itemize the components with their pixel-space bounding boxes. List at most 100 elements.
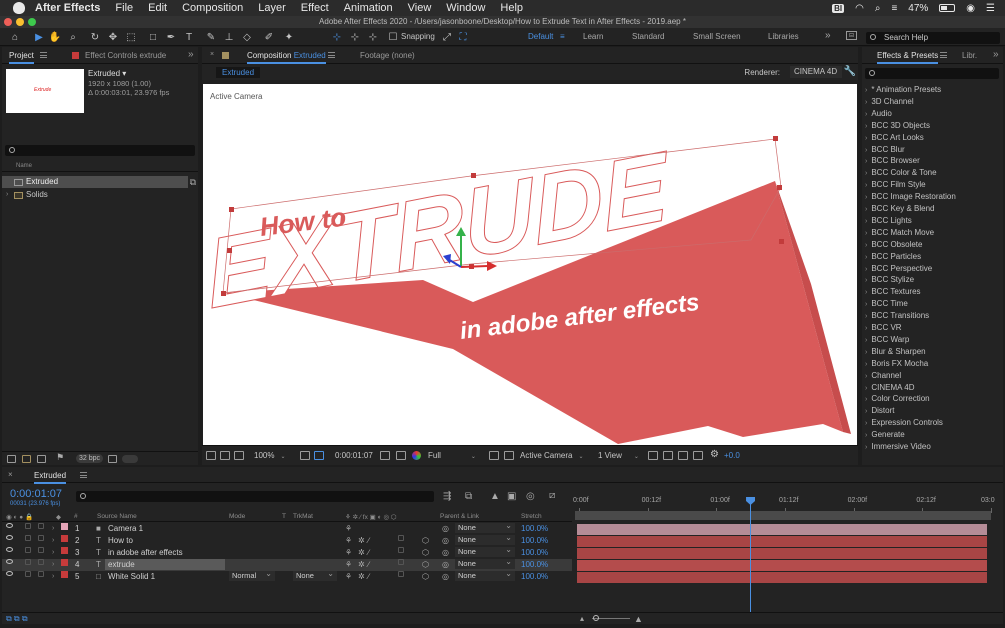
collapse-switch-icon[interactable]: ✲	[358, 547, 365, 559]
eraser-tool-icon[interactable]: ◇	[240, 30, 254, 44]
menu-animation[interactable]: Animation	[344, 2, 393, 14]
expand-arrow-icon[interactable]: ›	[865, 325, 867, 332]
panel-overflow-icon[interactable]: »	[993, 49, 999, 60]
expand-arrow-icon[interactable]: ›	[865, 396, 867, 403]
effects-category[interactable]: › BCC Image Restoration	[865, 192, 956, 201]
zoom-dropdown[interactable]: 100% ⌄	[254, 451, 286, 460]
expand-arrow-icon[interactable]: ›	[865, 194, 867, 201]
expand-arrow-icon[interactable]: ›	[865, 301, 867, 308]
graph-editor-icon[interactable]: ⧄	[549, 490, 555, 501]
menu-layer[interactable]: Layer	[258, 2, 286, 14]
menubar-control-icon[interactable]: ≡	[891, 3, 897, 14]
effects-category[interactable]: › BCC Lights	[865, 216, 912, 225]
project-search-input[interactable]	[5, 145, 195, 156]
menu-effect[interactable]: Effect	[301, 2, 329, 14]
stretch-value[interactable]: 100.0%	[521, 523, 548, 535]
tab-composition[interactable]: Composition Extruded	[247, 51, 326, 64]
menubar-wifi-icon[interactable]: ◠	[855, 3, 864, 14]
close-tab-icon[interactable]: ×	[210, 51, 214, 58]
adjustment-switch[interactable]	[398, 535, 404, 541]
workspace-learn[interactable]: Learn	[583, 32, 603, 41]
3d-glasses-icon[interactable]	[234, 451, 244, 460]
menu-edit[interactable]: Edit	[148, 2, 167, 14]
user-icon[interactable]: ◉	[966, 3, 975, 14]
camera-tool-icon[interactable]: ✥	[106, 30, 120, 44]
solo-switch[interactable]	[25, 559, 31, 565]
pick-whip-icon[interactable]: ◎	[442, 571, 449, 583]
layer-duration-bar[interactable]	[577, 572, 987, 583]
expand-arrow-icon[interactable]: ›	[865, 123, 867, 130]
layer-duration-bar[interactable]	[577, 536, 987, 547]
expand-arrow-icon[interactable]: ›	[52, 547, 54, 559]
brush-tool-icon[interactable]: ✎	[204, 30, 218, 44]
parent-dropdown[interactable]: None	[455, 569, 515, 581]
effects-category[interactable]: › BCC Warp	[865, 335, 909, 344]
pick-whip-icon[interactable]: ◎	[442, 559, 449, 571]
column-parent-link[interactable]: Parent & Link	[440, 513, 479, 520]
color-channel-icon[interactable]	[412, 451, 421, 460]
stretch-value[interactable]: 100.0%	[521, 571, 548, 583]
shy-switch-icon[interactable]: ⚘	[345, 571, 352, 583]
exposure-value[interactable]: +0.0	[724, 451, 740, 460]
expand-arrow-icon[interactable]: ›	[865, 111, 867, 118]
type-tool-icon[interactable]: T	[182, 30, 196, 44]
column-mode[interactable]: Mode	[229, 513, 245, 520]
expand-arrow-icon[interactable]: ›	[865, 313, 867, 320]
3d-layer-icon[interactable]: ⬡	[422, 571, 429, 583]
selected-item-name[interactable]: Extruded ▾	[88, 69, 126, 78]
expand-arrow-icon[interactable]: ›	[52, 571, 54, 583]
layer-row[interactable]: › 2 T How to ⚘ ✲∕ ⬡ ◎ None 100.0%	[2, 533, 572, 547]
expand-arrow-icon[interactable]: ›	[865, 444, 867, 451]
pen-tool-icon[interactable]: ✒	[164, 30, 178, 44]
home-icon[interactable]: ⌂	[8, 30, 22, 44]
timeline-menu-icon[interactable]	[80, 472, 87, 478]
view-layout-dropdown[interactable]: 1 View ⌄	[598, 451, 639, 460]
bit-depth-button[interactable]: 32 bpc	[76, 454, 104, 463]
collapse-switch-icon[interactable]: ✲	[358, 535, 365, 547]
effects-category[interactable]: › Immersive Video	[865, 442, 931, 451]
pick-whip-icon[interactable]: ◎	[442, 547, 449, 559]
frame-blending-icon[interactable]: ▣	[507, 491, 516, 502]
quality-switch-icon[interactable]: ∕	[368, 547, 369, 559]
layer-name[interactable]: Camera 1	[108, 523, 143, 535]
effects-category[interactable]: › BCC Perspective	[865, 264, 932, 273]
3d-layer-icon[interactable]: ⬡	[422, 535, 429, 547]
column-stretch[interactable]: Stretch	[521, 513, 542, 520]
panel-layout-icon[interactable]: ⊟	[846, 31, 858, 40]
label-color-swatch[interactable]	[61, 523, 68, 530]
effects-category[interactable]: › BCC Time	[865, 299, 908, 308]
effects-category[interactable]: › 3D Channel	[865, 97, 914, 106]
shy-layers-icon[interactable]: ▲	[490, 491, 500, 502]
flowchart-icon[interactable]: ⧉	[190, 177, 196, 188]
safe-zones-icon[interactable]	[300, 451, 310, 460]
quality-switch-icon[interactable]: ∕	[368, 559, 369, 571]
expand-arrow-icon[interactable]: ›	[865, 337, 867, 344]
project-menu-icon[interactable]	[40, 52, 47, 58]
effects-menu-icon[interactable]	[940, 52, 947, 58]
render-queue-icon[interactable]: ⚑	[56, 452, 65, 462]
effects-category[interactable]: › BCC Particles	[865, 252, 921, 261]
local-axis-icon[interactable]: ⊹	[330, 30, 344, 44]
layer-name[interactable]: White Solid 1	[108, 571, 155, 583]
expand-arrow-icon[interactable]: ›	[865, 408, 867, 415]
eye-icon[interactable]	[6, 559, 13, 564]
new-folder-icon[interactable]	[22, 455, 31, 463]
expand-arrow-icon[interactable]: ›	[865, 218, 867, 225]
expand-arrow-icon[interactable]: ›	[865, 206, 867, 213]
world-axis-icon[interactable]: ⊹	[348, 30, 362, 44]
composition-menu-icon[interactable]	[328, 52, 335, 58]
expand-layer-switches-icon[interactable]: ⧉ ⧉ ⧉	[6, 614, 28, 624]
motion-blur-icon[interactable]: ◎	[526, 491, 535, 502]
expand-arrow-icon[interactable]: ›	[52, 535, 54, 547]
menu-window[interactable]: Window	[446, 2, 485, 14]
workspace-libraries[interactable]: Libraries	[768, 32, 799, 41]
snapshot-icon[interactable]	[380, 451, 390, 460]
timeline-search-input[interactable]	[76, 491, 434, 502]
parent-dropdown[interactable]: None	[455, 533, 515, 545]
composition-breadcrumb[interactable]: Extruded	[216, 67, 261, 78]
expand-arrow-icon[interactable]: ›	[865, 230, 867, 237]
eye-icon[interactable]	[6, 535, 13, 540]
flowchart-view-icon[interactable]	[693, 451, 703, 460]
track-matte-dropdown[interactable]: None	[293, 569, 337, 581]
effects-category[interactable]: › BCC Match Move	[865, 228, 934, 237]
